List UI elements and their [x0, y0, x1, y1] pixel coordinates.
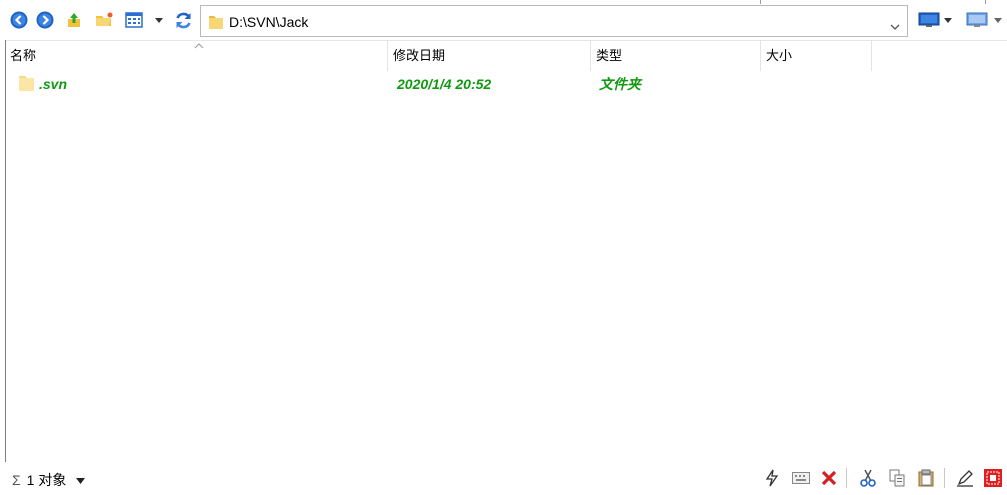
column-modified-label: 修改日期	[393, 48, 446, 63]
paste-icon[interactable]	[915, 467, 937, 489]
file-modified: 2020/1/4 20:52	[397, 76, 492, 92]
stop-icon[interactable]	[982, 467, 1004, 489]
status-bar: Σ 1 对象	[0, 462, 1007, 495]
cut-icon[interactable]	[857, 467, 879, 489]
object-count-label: 1 对象	[26, 472, 67, 488]
chevron-down-icon[interactable]	[890, 18, 900, 33]
sort-up-icon	[194, 37, 204, 52]
column-size-label: 大小	[766, 48, 793, 63]
column-header: 名称 修改日期 类型 大小	[5, 37, 1007, 71]
toolbar: D:\SVN\Jack	[0, 0, 1007, 40]
forward-arrow-icon[interactable]	[35, 10, 55, 30]
object-count[interactable]: Σ 1 对象	[12, 470, 86, 490]
copy-icon[interactable]	[886, 467, 908, 489]
divider	[985, 0, 986, 4]
chevron-down-icon[interactable]	[993, 16, 1002, 24]
sigma-icon: Σ	[12, 472, 21, 488]
divider	[944, 468, 945, 488]
address-path[interactable]: D:\SVN\Jack	[229, 14, 308, 30]
edit-icon[interactable]	[954, 467, 976, 489]
divider	[846, 468, 847, 488]
back-arrow-icon[interactable]	[9, 10, 29, 30]
column-type-label: 类型	[596, 48, 623, 63]
monitor-icon[interactable]	[917, 10, 941, 30]
column-type[interactable]: 类型	[591, 41, 761, 71]
refresh-icon[interactable]	[173, 10, 193, 30]
file-list: .svn 2020/1/4 20:52 文件夹	[5, 70, 1007, 462]
view-mode-icon[interactable]	[124, 10, 144, 30]
list-item[interactable]: .svn 2020/1/4 20:52 文件夹	[5, 72, 1007, 96]
chevron-down-icon[interactable]	[943, 16, 952, 24]
column-name-label: 名称	[10, 48, 37, 63]
lightning-icon[interactable]	[761, 467, 783, 489]
divider	[760, 0, 761, 4]
file-type: 文件夹	[599, 76, 641, 92]
address-bar[interactable]: D:\SVN\Jack	[200, 5, 908, 37]
up-folder-icon[interactable]	[64, 10, 84, 30]
folder-icon	[208, 14, 224, 33]
column-modified[interactable]: 修改日期	[388, 41, 591, 71]
keyboard-icon[interactable]	[790, 467, 812, 489]
column-size[interactable]: 大小	[761, 41, 872, 71]
display-icon[interactable]	[965, 10, 989, 30]
chevron-down-icon	[76, 478, 86, 485]
folder-icon	[18, 75, 35, 95]
new-folder-icon[interactable]	[94, 10, 114, 30]
file-name[interactable]: .svn	[39, 72, 67, 96]
delete-icon[interactable]	[818, 467, 840, 489]
chevron-down-icon[interactable]	[154, 16, 163, 24]
